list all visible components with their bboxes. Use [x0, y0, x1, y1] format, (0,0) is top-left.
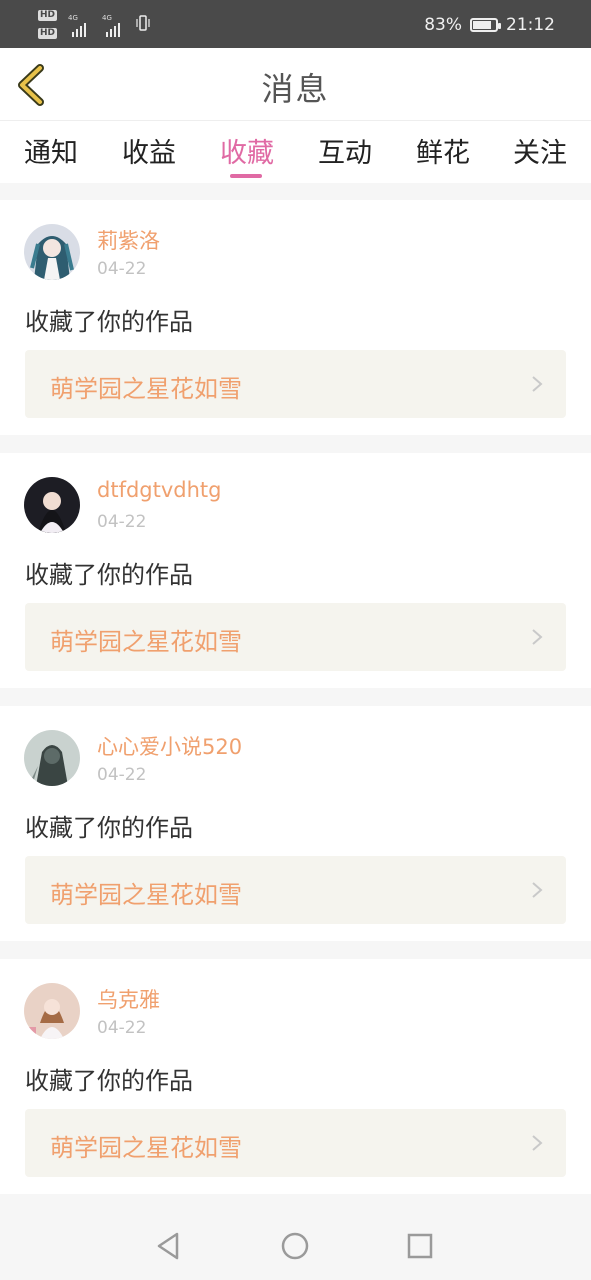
vibrate-icon [136, 15, 150, 31]
timestamp: 04-22 [97, 259, 147, 279]
tab-interactions[interactable]: 互动 [318, 131, 372, 170]
list-item: dtfdgtvdhtg 04-22 收藏了你的作品 萌学园之星花如雪 [0, 453, 591, 688]
tab-bar: 通知 收益 收藏 互动 鲜花 关注 [0, 121, 591, 183]
triangle-back-icon[interactable] [153, 1230, 185, 1262]
status-bar: HD HD 4G 4G 83% 21:12 [0, 0, 591, 48]
hd-badge: HD [38, 28, 58, 39]
page-title: 消息 [261, 70, 330, 108]
action-text: 收藏了你的作品 [25, 561, 193, 589]
list-item: 心心爱小说520 04-22 收藏了你的作品 萌学园之星花如雪 [0, 706, 591, 941]
work-link[interactable]: 萌学园之星花如雪 [25, 1109, 566, 1177]
clock: 21:12 [506, 15, 555, 35]
battery-icon [470, 18, 501, 32]
app-header: 消息 [0, 48, 591, 121]
chevron-right-icon [532, 629, 543, 645]
work-link[interactable]: 萌学园之星花如雪 [25, 856, 566, 924]
tab-following[interactable]: 关注 [513, 131, 567, 170]
timestamp: 04-22 [97, 765, 147, 785]
tab-notifications[interactable]: 通知 [24, 131, 78, 170]
active-tab-indicator [230, 174, 262, 178]
avatar[interactable] [24, 224, 80, 280]
work-title: 萌学园之星花如雪 [50, 628, 242, 656]
work-title: 萌学园之星花如雪 [50, 881, 242, 909]
timestamp: 04-22 [97, 512, 147, 532]
tab-favorites[interactable]: 收藏 [220, 131, 274, 170]
status-right: 83% 21:12 [424, 13, 555, 37]
chevron-right-icon [532, 376, 543, 392]
action-text: 收藏了你的作品 [25, 1067, 193, 1095]
avatar[interactable] [24, 477, 80, 533]
action-text: 收藏了你的作品 [25, 308, 193, 336]
hd-badge: HD [38, 10, 58, 21]
username[interactable]: 心心爱小说520 [97, 731, 242, 761]
square-recents-icon[interactable] [404, 1230, 436, 1262]
work-link[interactable]: 萌学园之星花如雪 [25, 350, 566, 418]
tab-flowers[interactable]: 鲜花 [416, 131, 470, 170]
action-text: 收藏了你的作品 [25, 814, 193, 842]
timestamp: 04-22 [97, 1018, 147, 1038]
list-item: 莉紫洛 04-22 收藏了你的作品 萌学园之星花如雪 [0, 200, 591, 435]
username[interactable]: 乌克雅 [97, 984, 160, 1014]
circle-home-icon[interactable] [279, 1230, 311, 1262]
work-link[interactable]: 萌学园之星花如雪 [25, 603, 566, 671]
chevron-right-icon [532, 882, 543, 898]
chevron-right-icon [532, 1135, 543, 1151]
avatar[interactable] [24, 983, 80, 1039]
username[interactable]: dtfdgtvdhtg [97, 478, 221, 502]
work-title: 萌学园之星花如雪 [50, 1134, 242, 1162]
tab-earnings[interactable]: 收益 [122, 131, 176, 170]
list-item: 乌克雅 04-22 收藏了你的作品 萌学园之星花如雪 [0, 959, 591, 1194]
work-title: 萌学园之星花如雪 [50, 375, 242, 403]
system-nav-bar [0, 1212, 591, 1280]
avatar[interactable] [24, 730, 80, 786]
battery-percent: 83% [424, 15, 462, 35]
username[interactable]: 莉紫洛 [97, 225, 160, 255]
